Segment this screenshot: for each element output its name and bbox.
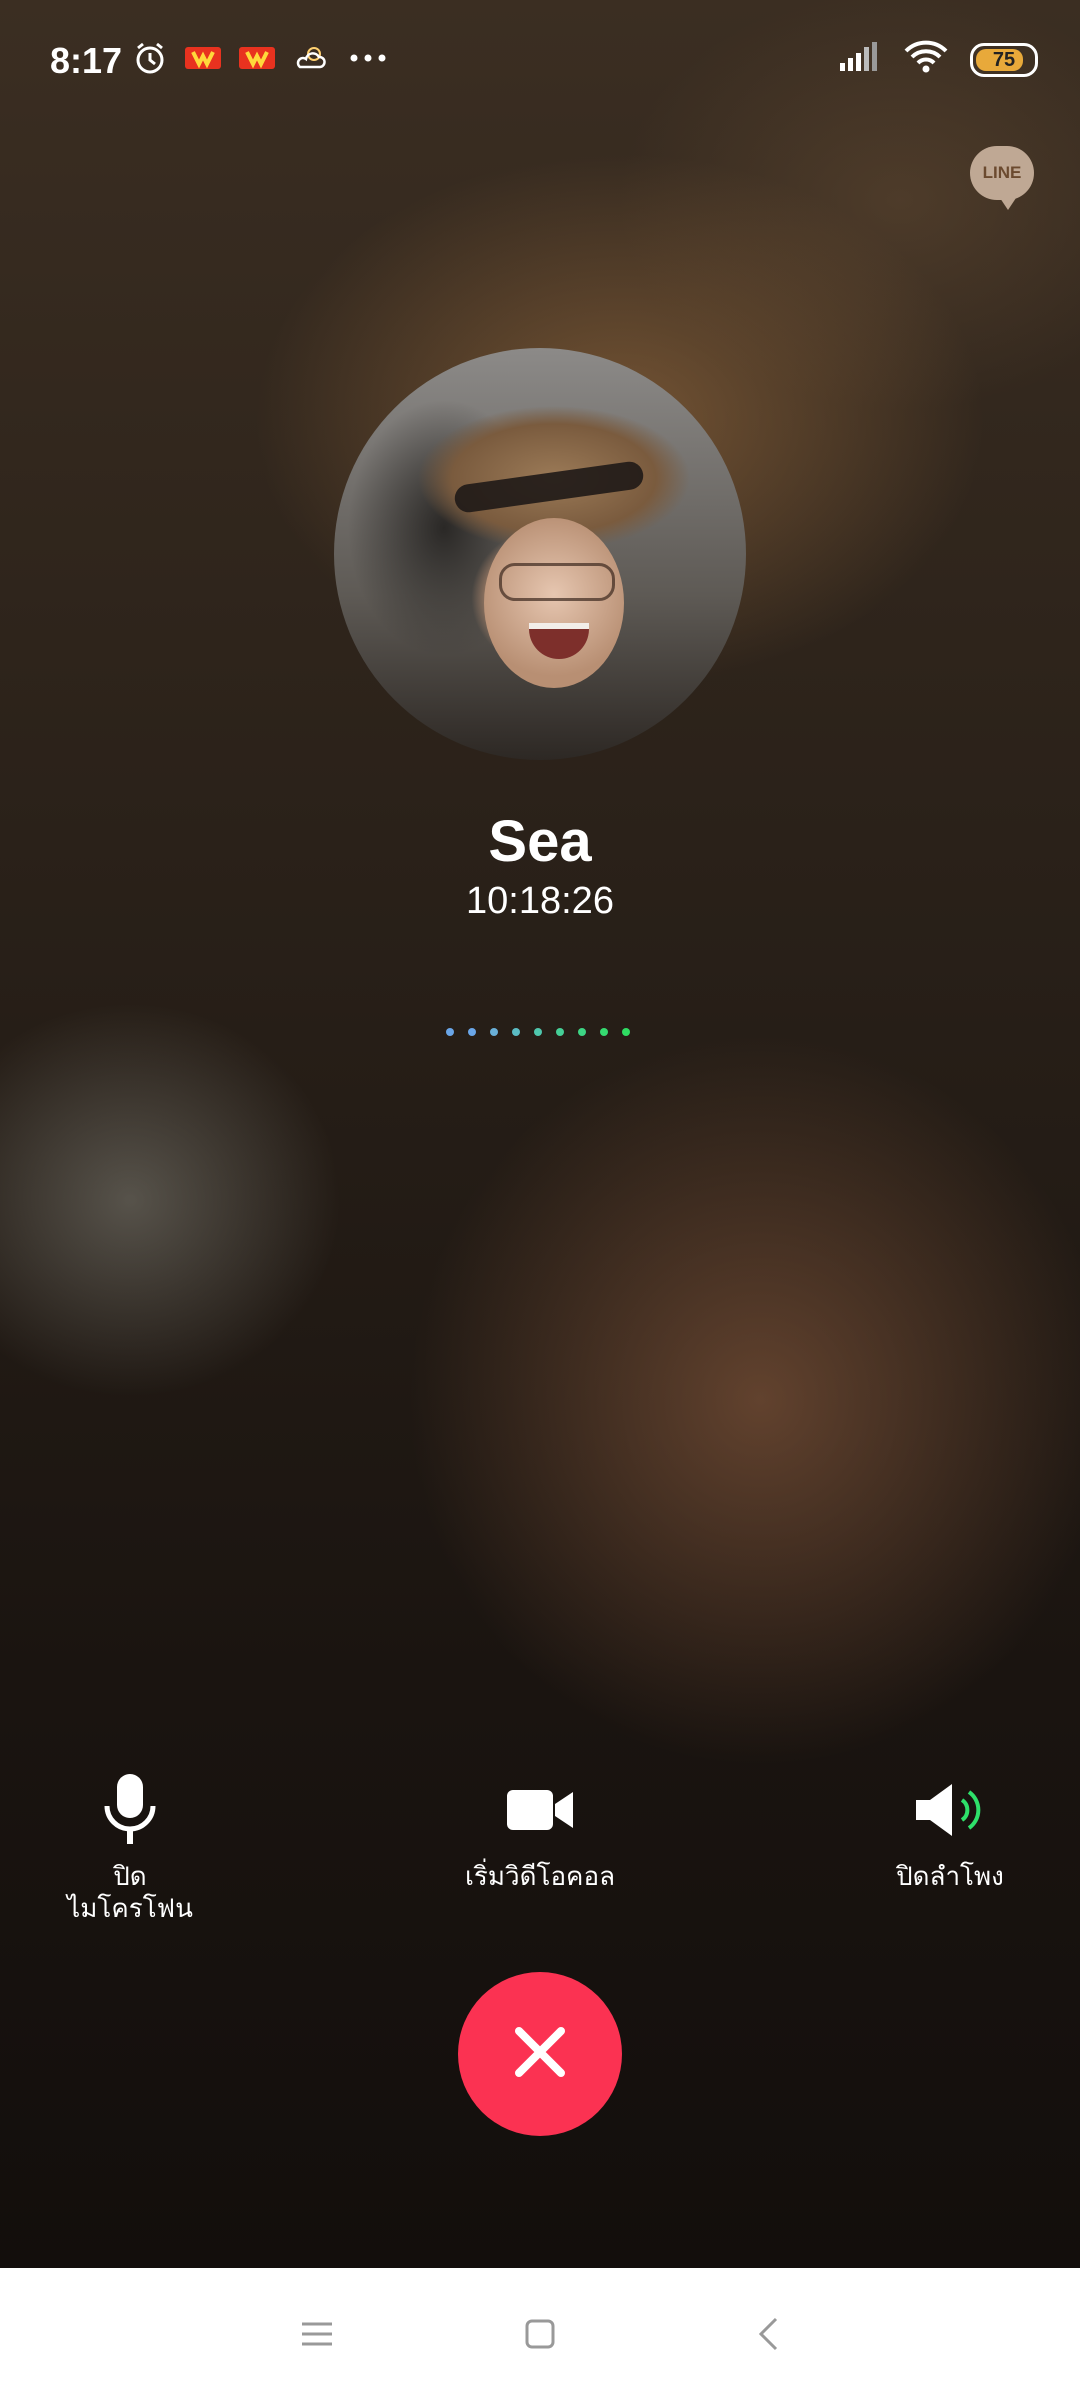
audio-level-dot	[534, 1028, 542, 1036]
caller-name: Sea	[488, 809, 592, 874]
signal-icon	[838, 41, 882, 78]
video-camera-icon	[500, 1770, 580, 1850]
alarm-icon	[132, 40, 168, 81]
status-time: 8:17	[50, 40, 123, 81]
audio-level-dot	[468, 1028, 476, 1036]
app-notification-icon	[238, 43, 276, 78]
call-controls: ปิด ไมโครโฟน เริ่มวิดีโอคอล ปิดลำโพง	[0, 1770, 1080, 1940]
wifi-icon	[904, 40, 948, 79]
end-call-button[interactable]	[458, 1972, 622, 2136]
audio-level-dot	[490, 1028, 498, 1036]
audio-level-dot	[578, 1028, 586, 1036]
battery-level: 75	[992, 48, 1016, 71]
mute-microphone-label-2: ไมโครโฟน	[67, 1893, 193, 1923]
speaker-icon	[910, 1770, 990, 1850]
call-screen: 8:17 75 LINE Sea 10:18:26 ปิด ไมโครโฟน เ…	[0, 0, 1080, 2400]
menu-icon[interactable]	[282, 2302, 352, 2366]
start-video-call-button[interactable]: เริ่มวิดีโอคอล	[420, 1770, 660, 1892]
close-icon	[513, 2025, 567, 2084]
speaker-toggle-label: ปิดลำโพง	[896, 1861, 1004, 1891]
call-duration: 10:18:26	[466, 880, 614, 922]
audio-level-dot	[556, 1028, 564, 1036]
status-icons-right: 75	[838, 40, 1038, 79]
mute-microphone-button[interactable]: ปิด ไมโครโฟน	[55, 1770, 205, 1924]
microphone-icon	[90, 1770, 170, 1850]
speaker-toggle-button[interactable]: ปิดลำโพง	[855, 1770, 1045, 1892]
audio-level-dot	[446, 1028, 454, 1036]
mute-microphone-label-1: ปิด	[113, 1861, 147, 1891]
caller-avatar	[334, 348, 746, 760]
status-icons-left	[132, 40, 390, 81]
start-video-call-label: เริ่มวิดีโอคอล	[465, 1861, 615, 1891]
system-nav-bar	[0, 2268, 1080, 2400]
more-icon	[346, 48, 390, 73]
app-notification-icon	[184, 43, 222, 78]
audio-level-dot	[600, 1028, 608, 1036]
audio-level-dot	[622, 1028, 630, 1036]
line-app-badge[interactable]: LINE	[970, 146, 1034, 210]
status-bar: 8:17 75	[0, 0, 1080, 130]
audio-level-dot	[512, 1028, 520, 1036]
home-icon[interactable]	[505, 2302, 575, 2366]
battery-icon: 75	[970, 42, 1038, 77]
audio-level-indicator	[446, 1028, 630, 1036]
back-icon[interactable]	[733, 2302, 803, 2366]
weather-icon	[292, 43, 330, 78]
